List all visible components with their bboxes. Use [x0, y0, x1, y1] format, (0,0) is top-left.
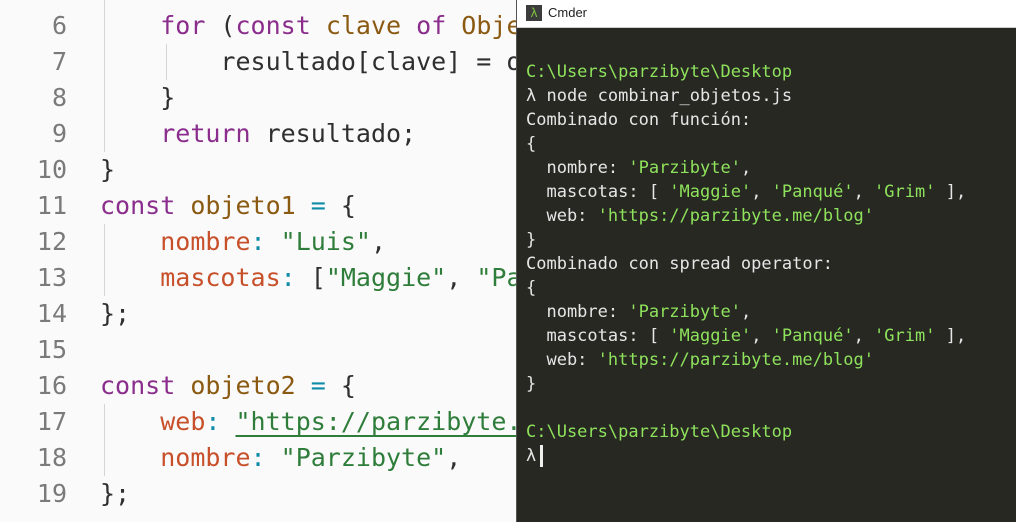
code-line-10: }	[100, 155, 116, 184]
output-heading: Combinado con función:	[526, 110, 752, 130]
output-line: mascotas: [ 'Maggie', 'Panqué', 'Grim' ]…	[526, 326, 967, 346]
prompt-path: C:\Users\parzibyte\Desktop	[526, 62, 793, 82]
command-line: λ node combinar_objetos.js	[526, 86, 793, 106]
line-number: 7	[51, 47, 67, 76]
line-number: 19	[36, 479, 67, 508]
output-line: nombre: 'Parzibyte',	[526, 158, 752, 178]
code-line-18: nombre: "Parzibyte",	[160, 443, 462, 472]
output-brace: }	[526, 374, 537, 394]
line-number: 12	[36, 227, 67, 256]
output-line: web: 'https://parzibyte.me/blog'	[526, 350, 874, 370]
code-line-8: }	[100, 83, 176, 112]
output-brace: {	[526, 278, 537, 298]
line-number: 9	[51, 119, 67, 148]
output-line: nombre: 'Parzibyte',	[526, 302, 752, 322]
line-number: 6	[51, 11, 67, 40]
output-line: web: 'https://parzibyte.me/blog'	[526, 206, 874, 226]
output-heading: Combinado con spread operator:	[526, 254, 834, 274]
line-number: 15	[36, 335, 67, 364]
code-line-16: const objeto2 = {	[100, 371, 356, 400]
output-line: mascotas: [ 'Maggie', 'Panqué', 'Grim' ]…	[526, 182, 967, 202]
line-number: 16	[36, 371, 67, 400]
line-number: 8	[51, 83, 67, 112]
window-title: Cmder	[548, 5, 588, 20]
line-number: 10	[36, 155, 67, 184]
line-number: 17	[36, 407, 67, 436]
line-number: 18	[36, 443, 67, 472]
text-cursor	[540, 445, 544, 467]
lambda-icon: λ	[526, 5, 542, 21]
code-line-12: nombre: "Luis",	[160, 227, 387, 256]
prompt-path: C:\Users\parzibyte\Desktop	[526, 422, 793, 442]
terminal-window[interactable]: λ Cmder C:\Users\parzibyte\Desktop λ nod…	[516, 0, 1016, 522]
code-line-19: };	[100, 479, 131, 508]
code-line-9: return resultado;	[160, 119, 417, 148]
output-brace: {	[526, 134, 537, 154]
output-brace: }	[526, 230, 537, 250]
line-number: 13	[36, 263, 67, 292]
code-line-11: const objeto1 = {	[100, 191, 356, 220]
prompt-input[interactable]: λ	[526, 444, 544, 468]
code-line-14: };	[100, 299, 131, 328]
line-number: 11	[36, 191, 67, 220]
terminal-titlebar[interactable]: λ Cmder	[517, 0, 1016, 28]
line-number: 14	[36, 299, 67, 328]
